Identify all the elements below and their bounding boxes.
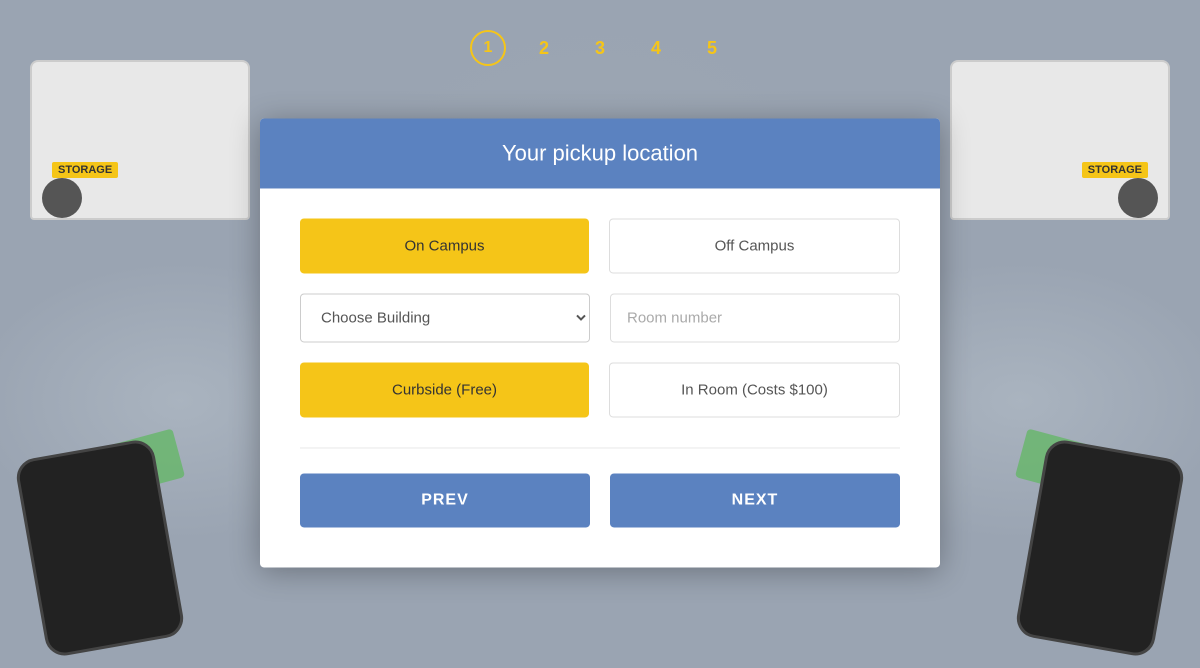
room-number-input[interactable] bbox=[610, 293, 900, 342]
section-divider bbox=[300, 447, 900, 448]
step-indicator: 1 2 3 4 5 bbox=[470, 30, 730, 66]
inroom-button[interactable]: In Room (Costs $100) bbox=[609, 362, 900, 417]
on-campus-button[interactable]: On Campus bbox=[300, 218, 589, 273]
location-type-row: On Campus Off Campus bbox=[300, 218, 900, 273]
navigation-row: PREV NEXT bbox=[300, 473, 900, 527]
pickup-location-modal: Your pickup location On Campus Off Campu… bbox=[260, 118, 940, 567]
building-room-row: Choose Building Building A Building B Bu… bbox=[300, 293, 900, 342]
modal-body: On Campus Off Campus Choose Building Bui… bbox=[260, 188, 940, 567]
step-1: 1 bbox=[470, 30, 506, 66]
modal-title: Your pickup location bbox=[502, 140, 698, 165]
step-2: 2 bbox=[526, 30, 562, 66]
prev-button[interactable]: PREV bbox=[300, 473, 590, 527]
step-5: 5 bbox=[694, 30, 730, 66]
pickup-type-row: Curbside (Free) In Room (Costs $100) bbox=[300, 362, 900, 417]
step-3: 3 bbox=[582, 30, 618, 66]
off-campus-button[interactable]: Off Campus bbox=[609, 218, 900, 273]
curbside-button[interactable]: Curbside (Free) bbox=[300, 362, 589, 417]
modal-header: Your pickup location bbox=[260, 118, 940, 188]
truck-left-decoration bbox=[30, 60, 250, 220]
truck-right-decoration bbox=[950, 60, 1170, 220]
next-button[interactable]: NEXT bbox=[610, 473, 900, 527]
step-4: 4 bbox=[638, 30, 674, 66]
building-select[interactable]: Choose Building Building A Building B Bu… bbox=[300, 293, 590, 342]
